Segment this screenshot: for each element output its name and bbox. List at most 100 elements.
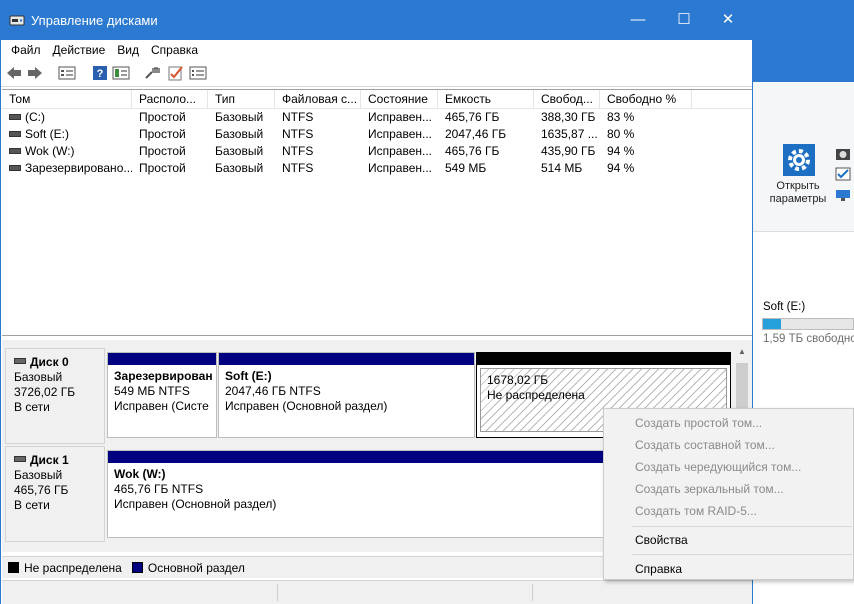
scroll-up-icon[interactable]: ▲	[738, 347, 746, 356]
menu-create-spanned-volume[interactable]: Создать составной том...	[604, 434, 853, 456]
close-button[interactable]: ✕	[705, 0, 751, 40]
partition-soft-e[interactable]: Soft (E:) 2047,46 ГБ NTFS Исправен (Осно…	[218, 352, 475, 438]
network-icon[interactable]	[835, 188, 851, 202]
menu-file[interactable]: Файл	[5, 40, 47, 60]
help-icon[interactable]: ?	[91, 65, 109, 81]
titlebar[interactable]: Управление дисками — ☐ ✕	[1, 0, 752, 40]
cell-text: Исправен...	[368, 161, 433, 175]
camera-icon[interactable]	[835, 147, 851, 161]
status-bar	[2, 580, 752, 604]
open-settings-label[interactable]: Открыть параметры	[762, 180, 834, 206]
cell-text: Soft (E:)	[25, 127, 70, 141]
partition-bar-primary	[108, 353, 216, 365]
context-menu: Создать простой том... Создать составной…	[603, 408, 854, 580]
table-cell: Исправен...	[361, 160, 438, 177]
cell-text: 80 %	[607, 127, 635, 141]
cell-text: 83 %	[607, 110, 635, 124]
column-header-type[interactable]: Тип	[208, 90, 275, 109]
disk-1-label[interactable]: Диск 1 Базовый 465,76 ГБ В сети	[5, 446, 105, 542]
partition-name: Soft (E:)	[225, 369, 272, 383]
column-header-status[interactable]: Состояние	[361, 90, 438, 109]
menu-separator	[632, 526, 852, 527]
table-cell: Зарезервировано...	[2, 160, 132, 177]
column-header-filesystem[interactable]: Файловая с...	[275, 90, 361, 109]
cell-text: (C:)	[25, 110, 45, 124]
settings-gear-icon[interactable]	[783, 144, 815, 176]
cell-text: 94 %	[607, 144, 635, 158]
background-window-titlebar	[752, 0, 854, 82]
column-header-capacity[interactable]: Емкость	[438, 90, 534, 109]
cell-text: Исправен...	[368, 110, 433, 124]
svg-text:?: ?	[97, 68, 104, 80]
cell-text: Простой	[139, 110, 186, 124]
menu-view[interactable]: Вид	[111, 40, 145, 60]
menu-properties[interactable]: Свойства	[604, 529, 853, 551]
table-cell: Простой	[132, 160, 208, 177]
table-cell: Исправен...	[361, 126, 438, 143]
table-row[interactable]: Зарезервировано... Простой Базовый NTFS Испр…	[2, 160, 752, 177]
menu-create-striped-volume[interactable]: Создать чередующийся том...	[604, 456, 853, 478]
partition-status: Исправен (Основной раздел)	[225, 399, 388, 413]
cell-text: Базовый	[215, 127, 264, 141]
connect-icon[interactable]	[144, 65, 162, 81]
disk-1-name: Диск 1	[30, 453, 69, 467]
legend-unallocated: Не распределена	[24, 560, 122, 575]
partition-bar-unallocated	[477, 353, 730, 365]
menu-help[interactable]: Справка	[604, 558, 853, 580]
table-cell: 465,76 ГБ	[438, 143, 534, 160]
table-cell: 388,30 ГБ	[534, 109, 600, 126]
disk-0-label[interactable]: Диск 0 Базовый 3726,02 ГБ В сети	[5, 348, 105, 444]
table-cell: 465,76 ГБ	[438, 109, 534, 126]
table-cell: Простой	[132, 109, 208, 126]
menu-help[interactable]: Справка	[145, 40, 204, 60]
cell-text: Простой	[139, 127, 186, 141]
cell-text: 549 МБ	[445, 161, 487, 175]
table-cell: Простой	[132, 126, 208, 143]
table-cell: 94 %	[600, 160, 692, 177]
menu-action[interactable]: Действие	[47, 40, 112, 60]
column-header-free-space[interactable]: Свобод...	[534, 90, 600, 109]
menu-separator	[632, 554, 852, 555]
partition-size: 549 МБ NTFS	[114, 384, 190, 398]
menu-create-simple-volume[interactable]: Создать простой том...	[604, 412, 853, 434]
menu-create-raid5-volume[interactable]: Создать том RAID-5...	[604, 500, 853, 522]
menubar: Файл Действие Вид Справка	[1, 40, 752, 60]
column-header-layout[interactable]: Располо...	[132, 90, 208, 109]
forward-icon[interactable]	[26, 65, 44, 81]
table-row[interactable]: Soft (E:) Простой Базовый NTFS Исправен... 20…	[2, 126, 752, 143]
background-drive-name[interactable]: Soft (E:)	[763, 301, 805, 313]
disk-1-size: 465,76 ГБ	[14, 483, 69, 497]
cell-text: 2047,46 ГБ	[445, 127, 507, 141]
partition-reserved[interactable]: Зарезервирован 549 МБ NTFS Исправен (Сис…	[107, 352, 217, 438]
volume-list-header: Том Располо... Тип Файловая с... Состоян…	[2, 90, 752, 109]
cell-text: Простой	[139, 161, 186, 175]
cell-text: Базовый	[215, 144, 264, 158]
legend-swatch-primary	[131, 562, 143, 573]
disk-list-icon[interactable]	[58, 65, 76, 81]
maximize-button[interactable]: ☐	[661, 0, 707, 40]
table-cell: Soft (E:)	[2, 126, 132, 143]
minimize-button[interactable]: —	[615, 0, 661, 40]
cell-text: Базовый	[215, 110, 264, 124]
checklist-icon[interactable]	[835, 167, 851, 181]
disk-1-type: Базовый	[14, 468, 63, 482]
check-icon[interactable]	[167, 65, 185, 81]
column-header-volume[interactable]: Том	[2, 90, 132, 109]
cell-text: NTFS	[282, 110, 314, 124]
properties-icon[interactable]	[112, 65, 130, 81]
table-row[interactable]: (C:) Простой Базовый NTFS Исправен... 465,76 …	[2, 109, 752, 126]
table-cell: Базовый	[208, 143, 275, 160]
cell-text: Зарезервировано...	[25, 161, 132, 175]
back-icon[interactable]	[5, 65, 23, 81]
column-header-free-percent[interactable]: Свободно %	[600, 90, 692, 109]
menu-create-mirrored-volume[interactable]: Создать зеркальный том...	[604, 478, 853, 500]
table-cell: NTFS	[275, 143, 361, 160]
table-cell: Базовый	[208, 109, 275, 126]
table-row[interactable]: Wok (W:) Простой Базовый NTFS Исправен... 465…	[2, 143, 752, 160]
disk-1-status: В сети	[14, 498, 50, 512]
cell-text: 94 %	[607, 161, 635, 175]
table-cell: 514 МБ	[534, 160, 600, 177]
settings-icon[interactable]	[189, 65, 207, 81]
table-cell: Базовый	[208, 160, 275, 177]
cell-text: NTFS	[282, 127, 314, 141]
